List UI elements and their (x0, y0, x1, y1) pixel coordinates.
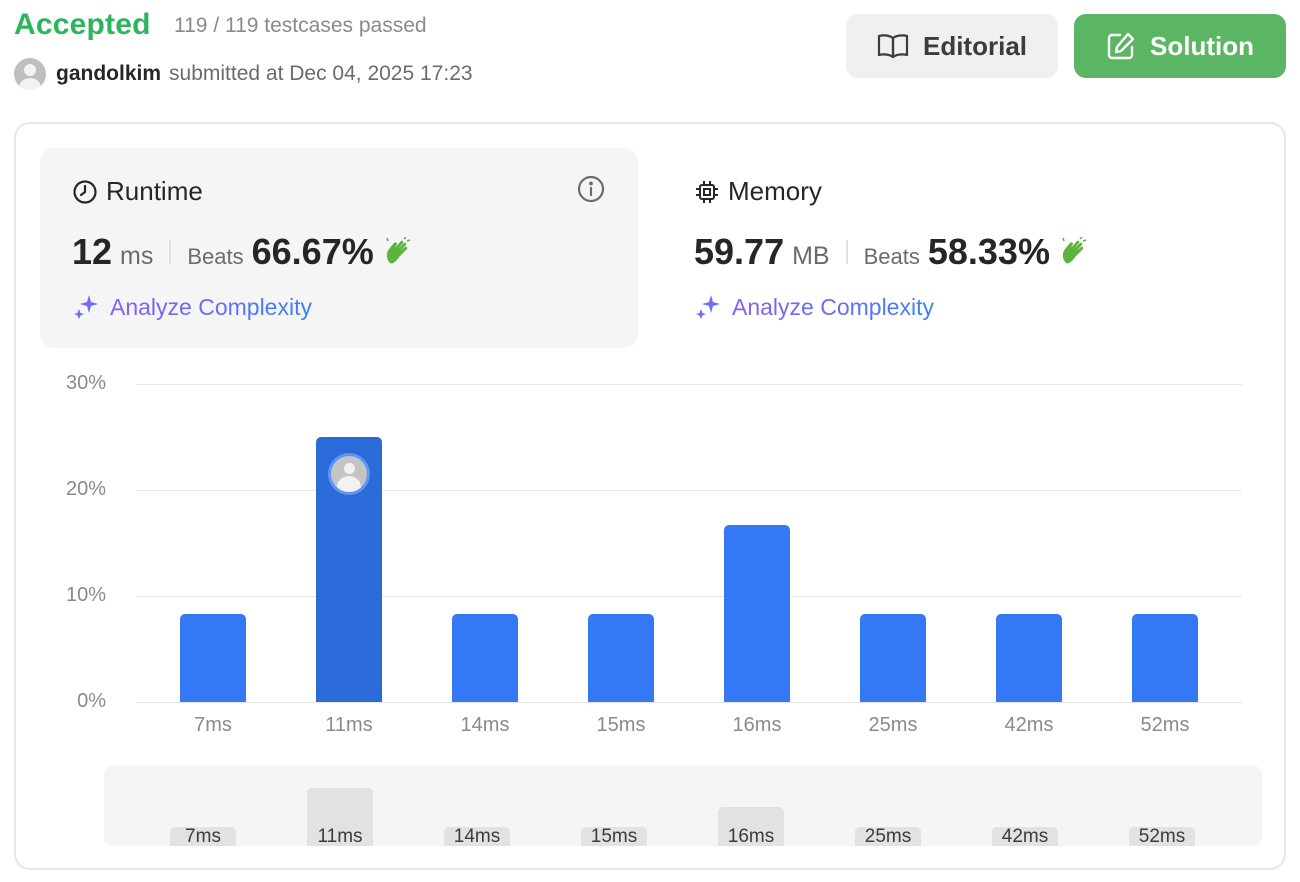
runtime-beats-label: Beats (187, 244, 244, 269)
gridline (136, 596, 1242, 597)
runtime-title-label: Runtime (106, 176, 203, 206)
mini-label: 7ms (185, 826, 221, 846)
solution-label: Solution (1150, 30, 1254, 61)
solution-button[interactable]: Solution (1074, 14, 1286, 78)
username-link[interactable]: gandolkim (56, 62, 161, 86)
mini-label: 25ms (864, 826, 912, 846)
runtime-value: 12 (72, 231, 113, 272)
runtime-analyze-complexity[interactable]: Analyze Complexity (72, 293, 606, 321)
mini-label: 14ms (453, 826, 501, 846)
memory-analyze-label: Analyze Complexity (732, 293, 934, 320)
runtime-analyze-label: Analyze Complexity (110, 293, 312, 320)
bar-16ms[interactable] (724, 525, 790, 702)
result-card: Runtime 12 ms Beats 66.67% Analyze Compl… (14, 122, 1286, 870)
runtime-panel[interactable]: Runtime 12 ms Beats 66.67% Analyze Compl… (40, 148, 638, 348)
memory-values: 59.77 MB Beats 58.33% (694, 231, 1228, 273)
memory-analyze-complexity[interactable]: Analyze Complexity (694, 293, 1228, 321)
x-tick-label: 15ms (596, 714, 646, 736)
clap-icon (385, 237, 411, 264)
x-tick-label: 52ms (1140, 714, 1190, 736)
clock-icon (73, 179, 97, 204)
x-tick-label: 7ms (194, 714, 232, 736)
mini-label: 15ms (590, 826, 638, 846)
gridline (136, 384, 1242, 385)
y-tick-label: 10% (65, 584, 106, 606)
y-tick-label: 0% (77, 690, 106, 712)
x-tick-label: 42ms (1004, 714, 1054, 736)
x-tick-label: 11ms (325, 714, 373, 736)
memory-value: 59.77 (694, 231, 785, 272)
gridline (136, 490, 1242, 491)
runtime-distribution-chart: 30% 20% 10% 0% 7ms 11ms 14ms 15ms 16ms 25ms 42ms 52… (16, 364, 1288, 744)
y-tick-label: 20% (65, 478, 106, 500)
editorial-label: Editorial (922, 30, 1027, 61)
avatar[interactable] (14, 58, 46, 90)
memory-title-label: Memory (728, 176, 822, 206)
mini-label: 42ms (1001, 826, 1049, 846)
bar-15ms[interactable] (588, 613, 654, 702)
clap-icon (1062, 237, 1087, 264)
runtime-values: 12 ms Beats 66.67% (72, 231, 606, 273)
y-tick-label: 30% (65, 372, 106, 394)
your-submission-avatar (328, 453, 370, 495)
mini-label: 16ms (727, 826, 775, 846)
edit-icon (1107, 32, 1135, 60)
memory-title: Memory (694, 176, 1228, 207)
submission-time: submitted at Dec 04, 2025 17:23 (169, 62, 473, 85)
submitter-row: gandolkim submitted at Dec 04, 2025 17:2… (14, 58, 473, 90)
memory-unit: MB (792, 242, 830, 270)
mini-label: 11ms (317, 826, 363, 846)
submission-status: Accepted (14, 8, 151, 41)
bar-42ms[interactable] (996, 613, 1062, 702)
distribution-range-selector[interactable]: 7ms 11ms 14ms 15ms 16ms 25ms 42ms 52ms (104, 766, 1262, 846)
editorial-button[interactable]: Editorial (846, 14, 1058, 78)
divider (169, 240, 172, 264)
memory-beats-label: Beats (863, 244, 920, 269)
testcases-summary: 119 / 119 testcases passed (174, 14, 427, 37)
runtime-title: Runtime (72, 176, 606, 207)
sparkle-icon (696, 295, 720, 319)
x-tick-label: 25ms (868, 714, 918, 736)
mini-label: 52ms (1138, 826, 1186, 846)
submission-header: Accepted 119 / 119 testcases passed gand… (0, 0, 1300, 110)
divider (845, 240, 848, 264)
memory-panel[interactable]: Memory 59.77 MB Beats 58.33% Analyze Com… (662, 148, 1260, 348)
bar-14ms[interactable] (452, 613, 518, 702)
x-tick-label: 14ms (460, 714, 510, 736)
x-tick-label: 16ms (732, 714, 782, 736)
runtime-unit: ms (120, 242, 154, 270)
sparkle-icon (74, 295, 98, 319)
book-icon (877, 34, 909, 59)
bar-52ms[interactable] (1132, 613, 1198, 702)
bar-25ms[interactable] (860, 613, 926, 702)
gridline (136, 702, 1242, 703)
runtime-beats-value: 66.67% (251, 231, 374, 272)
bar-7ms[interactable] (180, 613, 246, 702)
chip-icon (696, 180, 718, 203)
info-icon[interactable] (576, 174, 606, 204)
memory-beats-value: 58.33% (927, 231, 1050, 272)
